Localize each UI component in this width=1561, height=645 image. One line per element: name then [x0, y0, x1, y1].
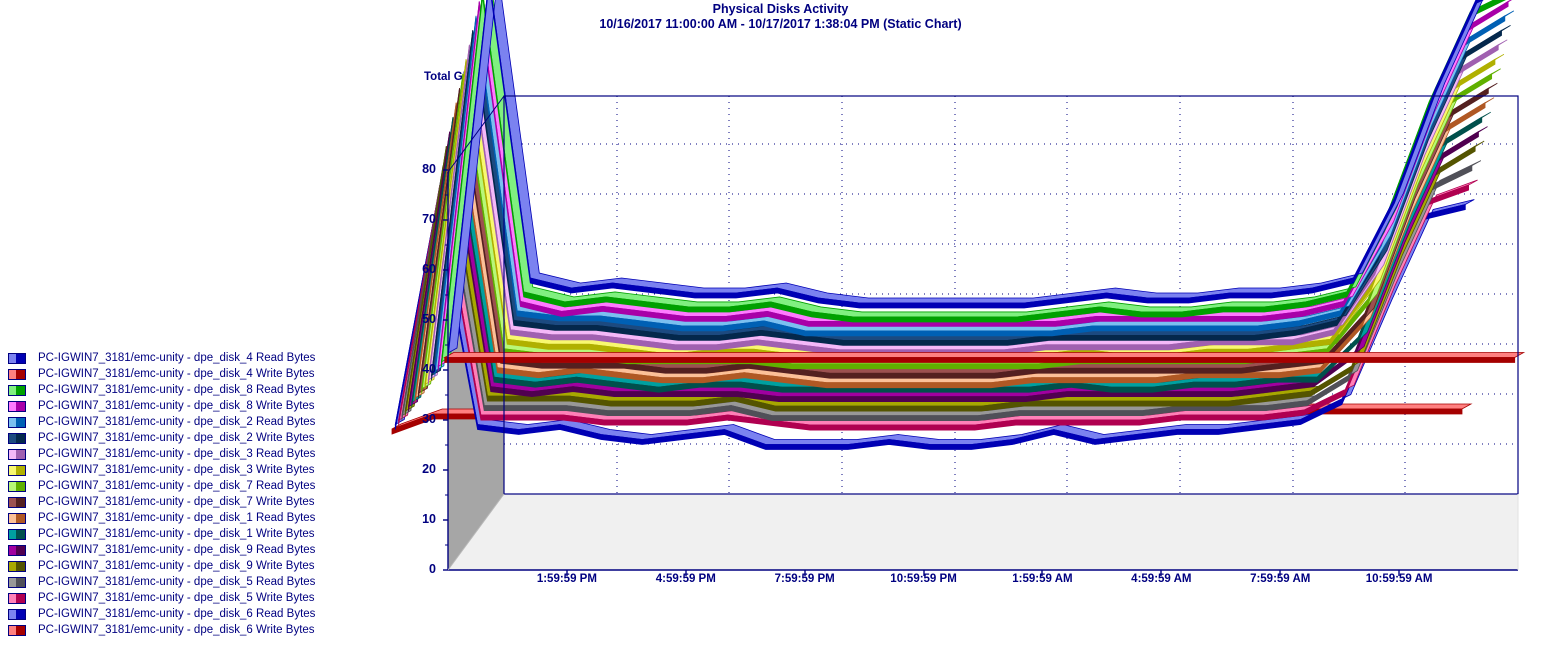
legend-item[interactable]: PC-IGWIN7_3181/emc-unity - dpe_disk_3 Wr… — [8, 462, 368, 478]
chart-container: Physical Disks Activity 10/16/2017 11:00… — [0, 0, 1561, 645]
legend-item[interactable]: PC-IGWIN7_3181/emc-unity - dpe_disk_2 Re… — [8, 414, 368, 430]
legend-color-swatch — [8, 369, 26, 380]
y-axis-tick-label: 30 — [406, 412, 436, 426]
legend-item[interactable]: PC-IGWIN7_3181/emc-unity - dpe_disk_6 Re… — [8, 606, 368, 622]
legend-item-label: PC-IGWIN7_3181/emc-unity - dpe_disk_7 Wr… — [38, 496, 315, 509]
legend-color-swatch — [8, 449, 26, 460]
legend-item-label: PC-IGWIN7_3181/emc-unity - dpe_disk_4 Wr… — [38, 368, 315, 381]
legend-color-swatch — [8, 401, 26, 412]
legend-color-swatch — [8, 625, 26, 636]
legend-color-swatch — [8, 609, 26, 620]
x-axis-tick-label: 1:59:59 AM — [982, 573, 1102, 585]
y-axis-tick-label: 20 — [406, 462, 436, 476]
legend-item-label: PC-IGWIN7_3181/emc-unity - dpe_disk_9 Wr… — [38, 560, 315, 573]
legend-color-swatch — [8, 353, 26, 364]
legend-color-swatch — [8, 417, 26, 428]
legend-item-label: PC-IGWIN7_3181/emc-unity - dpe_disk_3 Wr… — [38, 464, 315, 477]
legend-item-label: PC-IGWIN7_3181/emc-unity - dpe_disk_5 Re… — [38, 576, 315, 589]
legend-item[interactable]: PC-IGWIN7_3181/emc-unity - dpe_disk_4 Wr… — [8, 366, 368, 382]
x-axis-tick-label: 7:59:59 PM — [745, 573, 865, 585]
legend-item[interactable]: PC-IGWIN7_3181/emc-unity - dpe_disk_1 Wr… — [8, 526, 368, 542]
series-ribbon-front — [445, 357, 1515, 362]
legend-color-swatch — [8, 465, 26, 476]
legend-item[interactable]: PC-IGWIN7_3181/emc-unity - dpe_disk_7 Wr… — [8, 494, 368, 510]
legend-item[interactable]: PC-IGWIN7_3181/emc-unity - dpe_disk_5 Wr… — [8, 590, 368, 606]
legend-item[interactable]: PC-IGWIN7_3181/emc-unity - dpe_disk_4 Re… — [8, 350, 368, 366]
chart-floor-front — [448, 494, 1518, 570]
legend-item[interactable]: PC-IGWIN7_3181/emc-unity - dpe_disk_5 Re… — [8, 574, 368, 590]
legend-item-label: PC-IGWIN7_3181/emc-unity - dpe_disk_3 Re… — [38, 448, 315, 461]
legend-item-label: PC-IGWIN7_3181/emc-unity - dpe_disk_9 Re… — [38, 544, 315, 557]
legend-color-swatch — [8, 529, 26, 540]
legend-color-swatch — [8, 513, 26, 524]
legend-color-swatch — [8, 561, 26, 572]
legend-color-swatch — [8, 481, 26, 492]
legend-item-label: PC-IGWIN7_3181/emc-unity - dpe_disk_8 Re… — [38, 384, 315, 397]
legend-item-label: PC-IGWIN7_3181/emc-unity - dpe_disk_5 Wr… — [38, 592, 315, 605]
legend-item[interactable]: PC-IGWIN7_3181/emc-unity - dpe_disk_2 Wr… — [8, 430, 368, 446]
legend-item[interactable]: PC-IGWIN7_3181/emc-unity - dpe_disk_8 Wr… — [8, 398, 368, 414]
x-axis-tick-label: 10:59:59 AM — [1339, 573, 1459, 585]
legend-color-swatch — [8, 593, 26, 604]
y-axis-tick-label: 50 — [406, 312, 436, 326]
series-ribbon-top — [445, 352, 1524, 357]
legend-item-label: PC-IGWIN7_3181/emc-unity - dpe_disk_6 Re… — [38, 608, 315, 621]
y-axis-tick-label: 0 — [406, 562, 436, 576]
x-axis-tick-label: 1:59:59 PM — [507, 573, 627, 585]
legend-item[interactable]: PC-IGWIN7_3181/emc-unity - dpe_disk_1 Re… — [8, 510, 368, 526]
x-axis-tick-label: 4:59:59 AM — [1101, 573, 1221, 585]
y-axis-tick-label: 80 — [406, 162, 436, 176]
legend-color-swatch — [8, 433, 26, 444]
legend-item-label: PC-IGWIN7_3181/emc-unity - dpe_disk_2 Wr… — [38, 432, 315, 445]
x-axis-tick-label: 4:59:59 PM — [626, 573, 746, 585]
chart-legend: PC-IGWIN7_3181/emc-unity - dpe_disk_4 Re… — [8, 350, 368, 638]
legend-item[interactable]: PC-IGWIN7_3181/emc-unity - dpe_disk_9 Re… — [8, 542, 368, 558]
legend-item-label: PC-IGWIN7_3181/emc-unity - dpe_disk_4 Re… — [38, 352, 315, 365]
legend-item[interactable]: PC-IGWIN7_3181/emc-unity - dpe_disk_9 Wr… — [8, 558, 368, 574]
legend-item[interactable]: PC-IGWIN7_3181/emc-unity - dpe_disk_3 Re… — [8, 446, 368, 462]
y-axis-tick-label: 60 — [406, 262, 436, 276]
legend-color-swatch — [8, 577, 26, 588]
legend-item-label: PC-IGWIN7_3181/emc-unity - dpe_disk_1 Wr… — [38, 528, 315, 541]
legend-item[interactable]: PC-IGWIN7_3181/emc-unity - dpe_disk_8 Re… — [8, 382, 368, 398]
legend-color-swatch — [8, 385, 26, 396]
x-axis-tick-label: 7:59:59 AM — [1220, 573, 1340, 585]
y-axis-tick-label: 40 — [406, 362, 436, 376]
legend-item-label: PC-IGWIN7_3181/emc-unity - dpe_disk_7 Re… — [38, 480, 315, 493]
legend-color-swatch — [8, 545, 26, 556]
y-axis-tick-label: 10 — [406, 512, 436, 526]
legend-item-label: PC-IGWIN7_3181/emc-unity - dpe_disk_1 Re… — [38, 512, 315, 525]
y-axis-tick-label: 70 — [406, 212, 436, 226]
legend-item-label: PC-IGWIN7_3181/emc-unity - dpe_disk_8 Wr… — [38, 400, 315, 413]
legend-item-label: PC-IGWIN7_3181/emc-unity - dpe_disk_2 Re… — [38, 416, 315, 429]
legend-item[interactable]: PC-IGWIN7_3181/emc-unity - dpe_disk_7 Re… — [8, 478, 368, 494]
legend-item-label: PC-IGWIN7_3181/emc-unity - dpe_disk_6 Wr… — [38, 624, 315, 637]
legend-item[interactable]: PC-IGWIN7_3181/emc-unity - dpe_disk_6 Wr… — [8, 622, 368, 638]
legend-color-swatch — [8, 497, 26, 508]
x-axis-tick-label: 10:59:59 PM — [864, 573, 984, 585]
